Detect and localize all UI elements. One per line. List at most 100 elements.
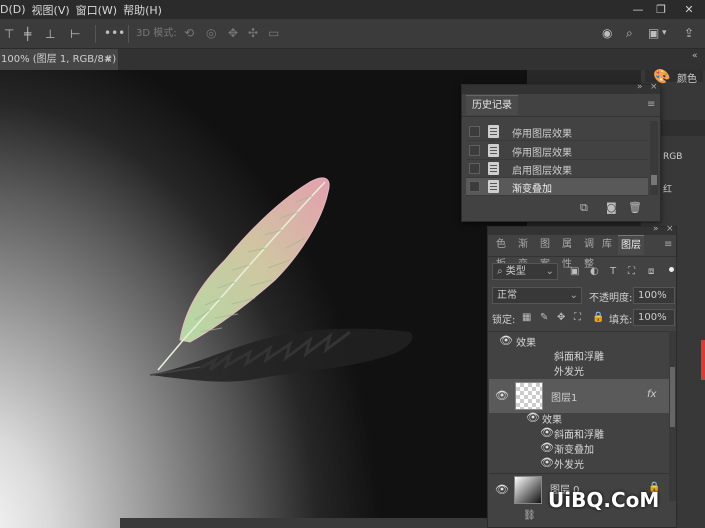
snapshot-checkbox[interactable] bbox=[469, 163, 480, 174]
more-options-button[interactable]: ••• bbox=[104, 26, 125, 40]
history-item[interactable]: 启用图层效果 bbox=[466, 160, 648, 178]
align-bottom-icon[interactable]: ⊥ bbox=[45, 27, 55, 41]
filter-shape-icon[interactable]: ⛶ bbox=[628, 265, 635, 279]
lock-position-icon[interactable]: ✥ bbox=[557, 311, 565, 325]
search-icon[interactable]: ⌕ bbox=[626, 26, 633, 40]
align-top-icon[interactable]: ⊤ bbox=[4, 27, 14, 41]
layers-scrollbar[interactable] bbox=[669, 331, 676, 501]
snapshot-checkbox[interactable] bbox=[469, 145, 480, 156]
align-left-icon[interactable]: ⊢ bbox=[70, 27, 80, 41]
filter-kind-select[interactable]: ⌕ 类型 ⌄ bbox=[492, 263, 558, 280]
watermark: UiBQ.CoM bbox=[548, 488, 660, 512]
scroll-indicator[interactable] bbox=[701, 340, 705, 380]
horizontal-scrollbar[interactable] bbox=[120, 518, 490, 528]
camera-snapshot-icon[interactable]: ◙ bbox=[606, 201, 617, 215]
filter-smartobject-icon[interactable]: ⧈ bbox=[648, 265, 654, 279]
lock-all-icon[interactable]: 🔒 bbox=[592, 311, 604, 325]
eye-icon[interactable]: 👁 bbox=[540, 456, 554, 469]
new-document-from-state-icon[interactable]: ⧉ bbox=[580, 201, 588, 215]
3d-slide-icon[interactable]: ✣ bbox=[248, 26, 258, 40]
eye-icon[interactable]: 👁 bbox=[540, 441, 554, 454]
eye-icon[interactable]: 👁 bbox=[540, 426, 554, 439]
color-panel-label[interactable]: 颜色 bbox=[677, 70, 697, 85]
fill-input[interactable]: 100% bbox=[633, 309, 675, 326]
tab-properties[interactable]: 属性 bbox=[558, 235, 576, 270]
layer-name[interactable]: 图层1 bbox=[551, 389, 577, 404]
opacity-input[interactable]: 100% bbox=[633, 287, 675, 304]
rgb-label: RGB bbox=[663, 152, 683, 162]
close-window-icon[interactable]: ✕ bbox=[678, 0, 700, 19]
panel-menu-icon[interactable]: ≡ bbox=[647, 99, 655, 110]
filter-adjustment-icon[interactable]: ◐ bbox=[590, 265, 599, 279]
menu-item-window[interactable]: 窗口(W) bbox=[76, 2, 123, 18]
blend-mode-select[interactable]: 正常 ⌄ bbox=[492, 287, 582, 304]
workspace-icon[interactable]: ▣ bbox=[648, 26, 659, 40]
minimize-icon[interactable]: — bbox=[627, 0, 649, 19]
dock-header: « bbox=[640, 49, 705, 70]
collapse-dock-icon[interactable]: « bbox=[692, 49, 698, 63]
artboard[interactable] bbox=[0, 70, 527, 528]
filter-type-icon[interactable]: T bbox=[610, 265, 616, 279]
fill-value: 100% bbox=[638, 312, 667, 323]
chevron-down-icon[interactable]: ▾ bbox=[662, 26, 667, 40]
3d-roll-icon[interactable]: ◎ bbox=[206, 26, 216, 40]
trash-icon[interactable]: 🗑 bbox=[628, 201, 642, 215]
effect-outer-glow[interactable]: 外发光 bbox=[554, 456, 584, 471]
history-item-label: 停用图层效果 bbox=[512, 129, 572, 140]
cloud-user-icon[interactable]: ◉ bbox=[602, 26, 612, 40]
eye-icon[interactable]: 👁 bbox=[495, 389, 509, 402]
tab-swatches[interactable]: 色板 bbox=[492, 235, 510, 270]
options-bar: ⊤ ╪ ⊥ ⊢ ••• 3D 模式: ⟲ ◎ ✥ ✣ ▭ ◉ ⌕ ▣ ▾ ⇪ bbox=[0, 19, 705, 49]
tab-adjustments[interactable]: 调整 bbox=[580, 235, 598, 270]
eye-icon[interactable]: 👁 bbox=[526, 411, 540, 424]
effects-label: 效果 bbox=[516, 338, 536, 349]
effect-bevel-emboss[interactable]: 斜面和浮雕 bbox=[554, 348, 604, 363]
history-item-selected[interactable]: 渐变叠加 bbox=[466, 178, 648, 196]
lock-image-icon[interactable]: ✎ bbox=[540, 311, 548, 325]
restore-icon[interactable]: ❐ bbox=[650, 0, 672, 19]
collapse-panel-icon[interactable]: » bbox=[637, 82, 643, 92]
tab-layers[interactable]: 图层 bbox=[618, 235, 644, 255]
effect-outer-glow[interactable]: 外发光 bbox=[554, 363, 584, 378]
history-item[interactable]: 停用图层效果 bbox=[466, 123, 648, 141]
effect-gradient-overlay[interactable]: 渐变叠加 bbox=[554, 441, 594, 456]
opacity-value: 100% bbox=[638, 290, 667, 301]
filter-toggle[interactable] bbox=[669, 267, 674, 272]
close-panel-icon[interactable]: × bbox=[650, 82, 658, 92]
tab-libraries[interactable]: 库 bbox=[602, 235, 612, 255]
menu-item-image[interactable]: D(D) bbox=[0, 3, 32, 16]
tab-gradients[interactable]: 渐变 bbox=[514, 235, 532, 270]
history-item-label: 渐变叠加 bbox=[512, 184, 552, 195]
chevron-down-icon: ⌄ bbox=[569, 290, 578, 301]
layer-thumbnail bbox=[514, 476, 542, 504]
filter-pixel-icon[interactable]: ▣ bbox=[570, 265, 579, 279]
close-panel-icon[interactable]: × bbox=[666, 224, 674, 234]
layer-row-selected[interactable]: 👁 图层1 fx bbox=[489, 379, 669, 413]
3d-orbit-icon[interactable]: ⟲ bbox=[184, 26, 194, 40]
menu-item-help[interactable]: 帮助(H) bbox=[123, 2, 168, 18]
share-icon[interactable]: ⇪ bbox=[684, 26, 694, 40]
history-item[interactable]: 停用图层效果 bbox=[466, 142, 648, 160]
close-tab-icon[interactable]: × bbox=[104, 49, 112, 70]
document-icon bbox=[488, 125, 499, 138]
history-scrollbar[interactable] bbox=[650, 121, 658, 195]
document-icon bbox=[488, 144, 499, 157]
lock-transparent-icon[interactable]: ▦ bbox=[522, 311, 531, 325]
snapshot-checkbox[interactable] bbox=[469, 126, 480, 137]
align-vcenter-icon[interactable]: ╪ bbox=[24, 27, 31, 41]
panel-menu-icon[interactable]: ≡ bbox=[664, 239, 672, 250]
effect-bevel-emboss[interactable]: 斜面和浮雕 bbox=[554, 426, 604, 441]
3d-camera-icon[interactable]: ▭ bbox=[268, 26, 279, 40]
link-layers-icon[interactable]: ⛓ bbox=[523, 509, 536, 523]
eye-icon[interactable]: 👁 bbox=[499, 334, 513, 347]
menu-item-view[interactable]: 视图(V) bbox=[32, 2, 76, 18]
eye-icon[interactable]: 👁 bbox=[495, 483, 509, 496]
tab-patterns[interactable]: 图案 bbox=[536, 235, 554, 270]
document-tab[interactable]: 100% (图层 1, RGB/8#) * × bbox=[0, 49, 118, 70]
lock-artboard-icon[interactable]: ⛶ bbox=[574, 311, 581, 325]
fx-badge[interactable]: fx bbox=[647, 389, 656, 400]
history-tab[interactable]: 历史记录 bbox=[466, 95, 518, 115]
3d-pan-icon[interactable]: ✥ bbox=[228, 26, 238, 40]
collapse-panel-icon[interactable]: » bbox=[653, 224, 659, 234]
snapshot-checkbox[interactable] bbox=[469, 181, 480, 192]
